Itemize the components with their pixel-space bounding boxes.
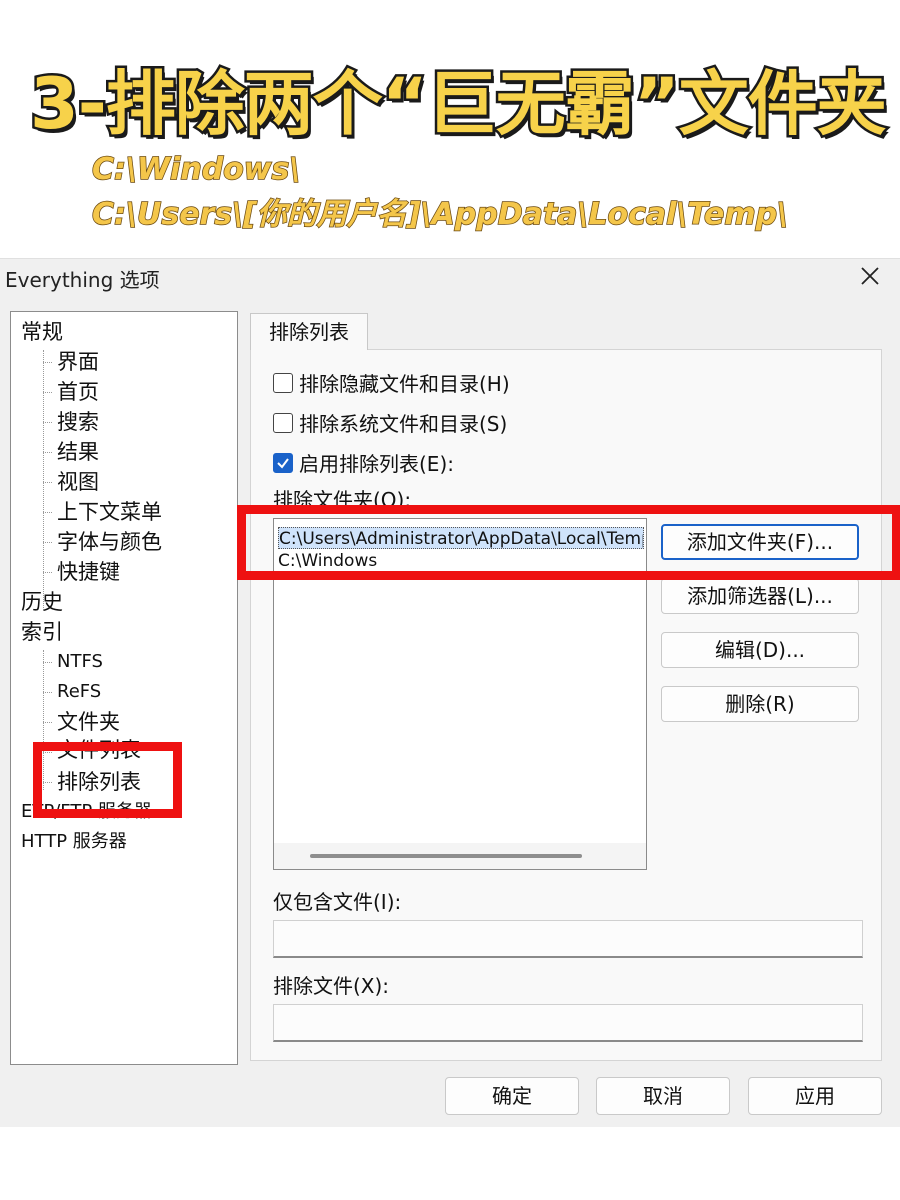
scrollbar-thumb[interactable] — [310, 854, 582, 858]
checkbox-box-checked — [273, 452, 293, 473]
tree-item-history[interactable]: 历史 — [21, 588, 63, 616]
tree-item-exclude-list[interactable]: 排除列表 — [57, 768, 141, 796]
tree-branch — [43, 392, 52, 393]
tree-branch — [43, 482, 52, 483]
banner-path-windows: C:\Windows\ — [91, 151, 301, 188]
tree-branch — [43, 362, 52, 363]
remove-button[interactable]: 删除(R) — [661, 686, 859, 722]
banner-title: 3-排除两个“巨无霸”文件夹 — [28, 61, 890, 148]
options-tree: 常规 界面 首页 搜索 结果 视图 上下文菜单 字体与颜色 快捷键 历史 索引 … — [10, 311, 238, 1065]
tree-item-etp-ftp-server[interactable]: ETP/FTP 服务器 — [21, 798, 152, 826]
tree-branch — [43, 782, 52, 783]
tree-branch — [43, 542, 52, 543]
list-item[interactable]: C:\Users\Administrator\AppData\Local\Tem… — [278, 527, 644, 549]
exclude-folders-list[interactable]: C:\Users\Administrator\AppData\Local\Tem… — [273, 518, 647, 870]
tree-item-http-server[interactable]: HTTP 服务器 — [21, 828, 127, 856]
tree-item-ui[interactable]: 界面 — [57, 348, 99, 376]
apply-button[interactable]: 应用 — [748, 1077, 882, 1115]
tree-item-search[interactable]: 搜索 — [57, 408, 99, 436]
horizontal-scrollbar[interactable] — [274, 843, 646, 869]
ok-button[interactable]: 确定 — [445, 1077, 579, 1115]
exclude-folders-label: 排除文件夹(O): — [273, 488, 412, 512]
tree-branch — [43, 692, 52, 693]
tree-branch — [43, 752, 52, 753]
tab-exclude-list[interactable]: 排除列表 — [250, 313, 368, 350]
options-dialog: Everything 选项 常规 界面 首页 搜索 结果 视图 上下文菜单 字体… — [0, 258, 900, 1127]
tree-item-folders[interactable]: 文件夹 — [57, 708, 120, 736]
add-filter-button[interactable]: 添加筛选器(L)... — [661, 578, 859, 614]
edit-button[interactable]: 编辑(D)... — [661, 632, 859, 668]
tree-item-view[interactable]: 视图 — [57, 468, 99, 496]
tree-item-font-color[interactable]: 字体与颜色 — [57, 528, 162, 556]
tree-item-context-menu[interactable]: 上下文菜单 — [57, 498, 162, 526]
banner-path-temp: C:\Users\[你的用户名]\AppData\Local\Temp\ — [91, 196, 789, 233]
tree-branch — [43, 422, 52, 423]
checkmark-icon — [277, 457, 289, 469]
dialog-titlebar: Everything 选项 — [0, 259, 900, 293]
exclude-system-checkbox[interactable]: 排除系统文件和目录(S) — [273, 408, 507, 437]
tree-branch — [43, 722, 52, 723]
exclude-files-input[interactable] — [273, 1004, 863, 1042]
close-button[interactable] — [850, 259, 890, 293]
tree-branch — [43, 512, 52, 513]
tree-branch — [43, 572, 52, 573]
tree-item-file-list[interactable]: 文件列表 — [57, 736, 141, 764]
tree-item-general[interactable]: 常规 — [21, 318, 63, 346]
checkbox-box — [273, 412, 293, 433]
banner: 3-排除两个“巨无霸”文件夹 C:\Windows\ C:\Users\[你的用… — [0, 0, 900, 245]
tree-item-index[interactable]: 索引 — [21, 618, 63, 646]
tree-branch — [43, 662, 52, 663]
add-folder-button[interactable]: 添加文件夹(F)... — [661, 524, 859, 560]
include-files-input[interactable] — [273, 920, 863, 958]
include-files-label: 仅包含文件(I): — [273, 890, 402, 914]
tree-item-shortcuts[interactable]: 快捷键 — [57, 558, 120, 586]
enable-exclude-list-checkbox[interactable]: 启用排除列表(E): — [273, 448, 454, 477]
checkbox-label: 启用排除列表(E): — [299, 452, 454, 476]
tree-branch — [43, 452, 52, 453]
tree-connector — [43, 650, 44, 790]
tree-item-refs[interactable]: ReFS — [57, 678, 101, 706]
dialog-title: Everything 选项 — [5, 268, 160, 292]
exclude-list-panel: 排除隐藏文件和目录(H) 排除系统文件和目录(S) 启用排除列表(E): 排除文… — [250, 349, 882, 1061]
cancel-button[interactable]: 取消 — [596, 1077, 730, 1115]
tree-item-ntfs[interactable]: NTFS — [57, 648, 103, 676]
checkbox-box — [273, 372, 293, 393]
exclude-hidden-checkbox[interactable]: 排除隐藏文件和目录(H) — [273, 368, 510, 397]
checkbox-label: 排除系统文件和目录(S) — [299, 412, 508, 436]
checkbox-label: 排除隐藏文件和目录(H) — [299, 372, 510, 396]
tree-item-home[interactable]: 首页 — [57, 378, 99, 406]
list-item[interactable]: C:\Windows — [278, 550, 644, 572]
tree-item-results[interactable]: 结果 — [57, 438, 99, 466]
tree-connector — [43, 350, 44, 608]
exclude-files-label: 排除文件(X): — [273, 974, 390, 998]
close-icon — [861, 267, 879, 285]
